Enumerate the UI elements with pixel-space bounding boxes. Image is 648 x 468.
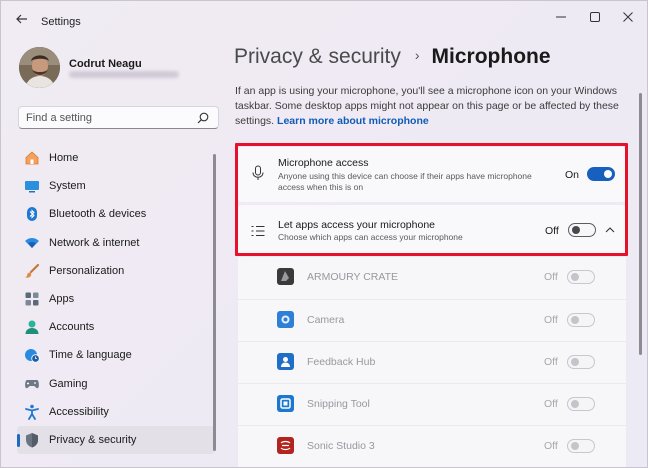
- sidebar-item-label: Bluetooth & devices: [49, 208, 147, 221]
- app-state: Off: [544, 356, 558, 368]
- camera-app-icon: [277, 311, 294, 328]
- sidebar-scrollbar[interactable]: [213, 154, 216, 451]
- page-title: Microphone: [431, 45, 551, 68]
- app-toggle[interactable]: [567, 397, 595, 411]
- breadcrumb: Privacy & security › Microphone: [234, 45, 551, 69]
- learn-more-link[interactable]: Learn more about microphone: [277, 115, 429, 127]
- user-email-blurred: [69, 71, 179, 78]
- app-row-snipping-tool: Snipping Tool Off: [238, 383, 626, 425]
- sidebar-item-network[interactable]: Network & internet: [17, 229, 215, 257]
- breadcrumb-separator: ›: [414, 47, 420, 63]
- accounts-icon: [24, 319, 40, 335]
- sidebar-item-privacy-security[interactable]: Privacy & security: [17, 425, 215, 455]
- app-state: Off: [544, 314, 558, 326]
- home-icon: [24, 150, 40, 166]
- user-name: Codrut Neagu: [69, 58, 142, 70]
- maximize-icon: [590, 12, 600, 22]
- app-toggle[interactable]: [567, 313, 595, 327]
- title-bar: Settings: [1, 1, 647, 35]
- sidebar-item-label: Home: [49, 152, 79, 165]
- app-row-feedback-hub: Feedback Hub Off: [238, 341, 626, 383]
- gamepad-icon: [24, 376, 40, 392]
- microphone-access-subtitle: Anyone using this device can choose if t…: [278, 171, 532, 192]
- microphone-access-card: Microphone access Anyone using this devi…: [238, 147, 626, 202]
- settings-window: Settings Codrut Neagu Find a setting Hom…: [0, 0, 648, 468]
- sidebar-item-home[interactable]: Home: [17, 144, 215, 172]
- sidebar-item-label: System: [49, 180, 86, 193]
- search-icon[interactable]: [197, 112, 209, 124]
- minimize-icon: [556, 16, 566, 18]
- sidebar-item-personalization[interactable]: Personalization: [17, 257, 215, 285]
- sidebar-item-label: Gaming: [49, 377, 88, 390]
- app-row-camera: Camera Off: [238, 299, 626, 341]
- apps-access-title: Let apps access your microphone: [278, 219, 436, 231]
- sidebar-item-system[interactable]: System: [17, 172, 215, 200]
- back-arrow-icon: [16, 14, 27, 24]
- accessibility-icon: [24, 404, 40, 420]
- app-row-sonic-studio: Sonic Studio 3 Off: [238, 425, 626, 467]
- app-toggle[interactable]: [567, 355, 595, 369]
- sidebar-item-label: Accounts: [49, 321, 95, 334]
- apps-access-state: Off: [545, 225, 559, 237]
- sidebar-item-label: Network & internet: [49, 236, 140, 249]
- shield-icon: [24, 432, 40, 448]
- sidebar-item-label: Time & language: [49, 349, 132, 362]
- app-name: ARMOURY CRATE: [307, 271, 399, 283]
- back-button[interactable]: [11, 9, 33, 29]
- microphone-access-toggle[interactable]: [587, 167, 615, 181]
- bluetooth-icon: [24, 206, 40, 222]
- apps-access-card[interactable]: Let apps access your microphone Choose w…: [238, 205, 626, 255]
- avatar[interactable]: [19, 47, 60, 88]
- app-title: Settings: [41, 16, 81, 28]
- sidebar-item-bluetooth[interactable]: Bluetooth & devices: [17, 200, 215, 228]
- search-input[interactable]: [26, 111, 196, 125]
- globe-clock-icon: [24, 347, 40, 364]
- close-icon: [623, 12, 633, 22]
- search-box[interactable]: [18, 106, 219, 129]
- app-state: Off: [544, 271, 558, 283]
- app-state: Off: [544, 440, 558, 452]
- armoury-crate-icon: [277, 268, 294, 285]
- minimize-button[interactable]: [550, 9, 572, 25]
- maximize-button[interactable]: [584, 9, 606, 25]
- sidebar-item-time-language[interactable]: Time & language: [17, 341, 215, 369]
- list-icon: [251, 225, 265, 237]
- app-name: Camera: [307, 314, 345, 326]
- microphone-access-title: Microphone access: [278, 157, 369, 169]
- close-button[interactable]: [617, 9, 639, 25]
- app-name: Feedback Hub: [307, 356, 376, 368]
- sonic-studio-icon: [277, 437, 294, 454]
- app-name: Sonic Studio 3: [307, 440, 375, 452]
- app-toggle[interactable]: [567, 439, 595, 453]
- app-row-armoury-crate: ARMOURY CRATE Off: [238, 257, 626, 299]
- app-toggle[interactable]: [567, 270, 595, 284]
- page-description: If an app is using your microphone, you'…: [235, 84, 625, 129]
- sidebar-item-label: Accessibility: [49, 405, 109, 418]
- apps-icon: [24, 291, 40, 307]
- app-name: Snipping Tool: [307, 398, 370, 410]
- microphone-access-state: On: [565, 169, 580, 181]
- feedback-hub-icon: [277, 353, 294, 370]
- sidebar-item-label: Personalization: [49, 264, 125, 277]
- sidebar-item-accessibility[interactable]: Accessibility: [17, 398, 215, 426]
- app-state: Off: [544, 398, 558, 410]
- system-icon: [24, 178, 40, 194]
- brush-icon: [24, 263, 40, 279]
- sidebar-item-accounts[interactable]: Accounts: [17, 313, 215, 341]
- wifi-icon: [24, 235, 40, 251]
- sidebar-nav: Home System Bluetooth & devices Network …: [17, 144, 215, 455]
- app-list: ARMOURY CRATE Off Camera Off Feedback Hu…: [238, 257, 626, 467]
- apps-access-toggle[interactable]: [568, 223, 596, 237]
- breadcrumb-parent[interactable]: Privacy & security: [234, 45, 401, 69]
- sidebar-item-gaming[interactable]: Gaming: [17, 370, 215, 398]
- microphone-icon: [252, 165, 264, 180]
- chevron-up-icon[interactable]: [604, 224, 616, 236]
- snipping-tool-icon: [277, 395, 294, 412]
- user-photo-icon: [19, 47, 60, 88]
- main-scrollbar[interactable]: [639, 93, 642, 355]
- sidebar-item-label: Privacy & security: [49, 433, 137, 446]
- apps-access-subtitle: Choose which apps can access your microp…: [278, 232, 463, 242]
- sidebar-item-label: Apps: [49, 293, 75, 306]
- sidebar-item-apps[interactable]: Apps: [17, 285, 215, 313]
